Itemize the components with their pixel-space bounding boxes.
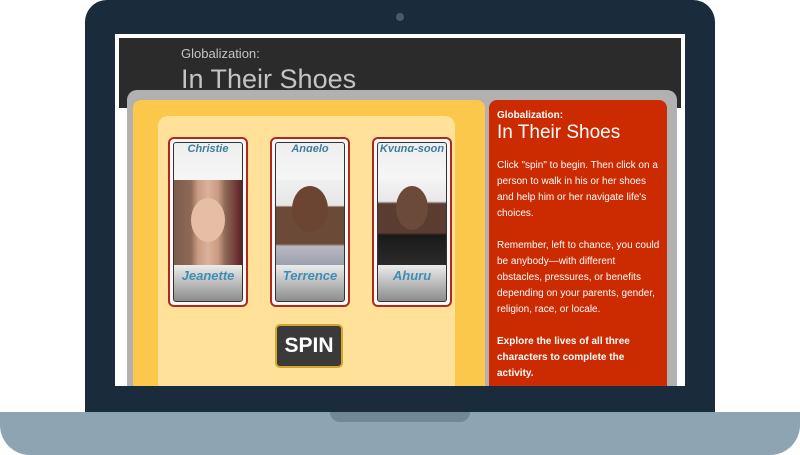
character-photo-jeanette[interactable] [174, 180, 242, 265]
webcam-icon [396, 13, 404, 21]
laptop-screen: Globalization: In Their Shoes Christie J… [115, 34, 685, 386]
instructions-paragraph: Click "spin" to begin. Then click on a p… [497, 160, 658, 219]
reel-bottom-name: Ahuru [392, 268, 432, 283]
reel-top-name: Kyung-soon [379, 143, 445, 152]
reel-bottom-name: Terrence [282, 268, 338, 283]
instructions-paragraph: Remember, left to chance, you could be a… [497, 240, 660, 315]
character-reel-1[interactable]: Christie Jeanette [168, 137, 248, 307]
header-subtitle: Globalization: [181, 46, 260, 61]
character-reel-3[interactable]: Kyung-soon Ahuru [372, 137, 452, 307]
reel-top-name: Christie [187, 143, 229, 152]
info-title: In Their Shoes [497, 122, 621, 143]
instructions-paragraph: Explore the lives of all three character… [497, 336, 630, 379]
info-instructions: Click "spin" to begin. Then click on a p… [497, 158, 663, 386]
character-reel-2[interactable]: Angelo Terrence [270, 137, 350, 307]
info-subtitle: Globalization: [497, 110, 564, 121]
reel-top-name: Angelo [291, 143, 329, 152]
reel-bottom-name: Jeanette [181, 268, 235, 283]
character-photo-terrence[interactable] [276, 180, 344, 265]
spin-button[interactable]: SPIN [275, 324, 343, 368]
info-panel: Globalization: In Their Shoes Click "spi… [489, 100, 667, 386]
laptop-notch [330, 412, 470, 422]
character-photo-ahuru[interactable] [378, 180, 446, 265]
